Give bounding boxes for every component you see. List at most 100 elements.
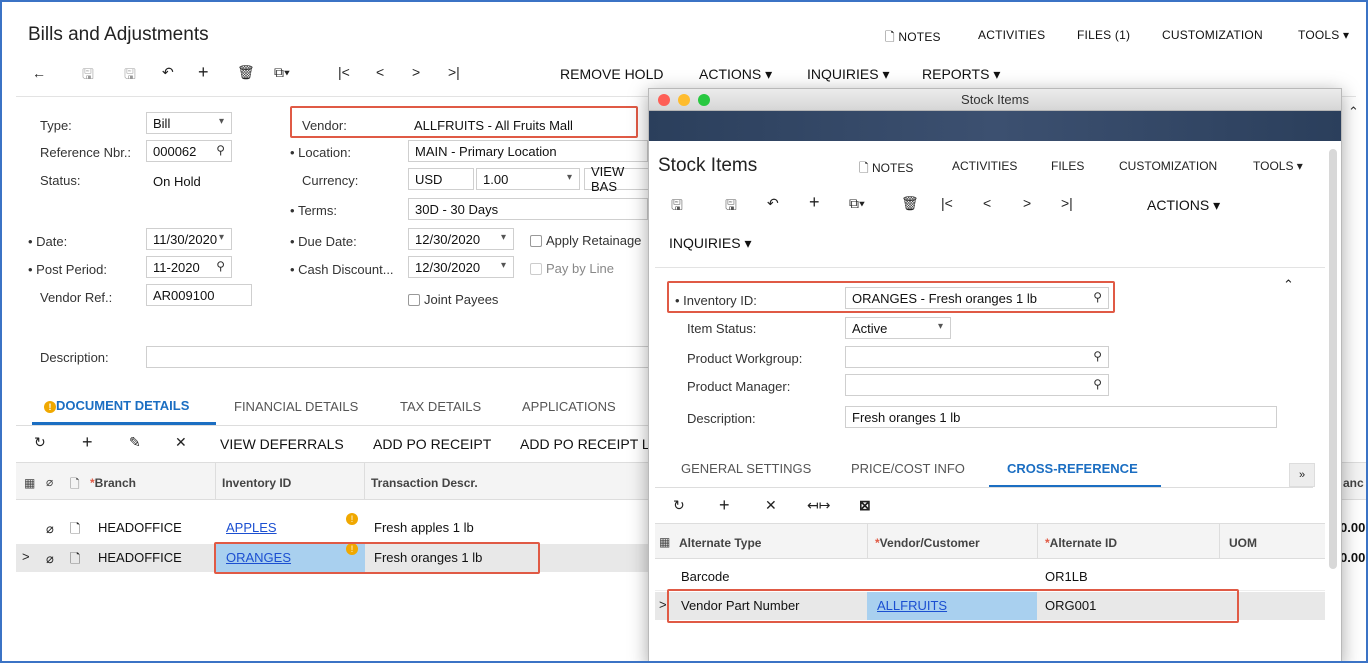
expand-tabs-icon[interactable]: » <box>1289 463 1315 487</box>
alternate-type-cell[interactable]: Barcode <box>681 569 729 584</box>
add-row-icon[interactable]: + <box>719 495 730 516</box>
location-field[interactable]: MAIN - Primary Location <box>408 140 648 162</box>
actions-menu[interactable]: ACTIONS ▾ <box>699 66 772 83</box>
undo-icon[interactable]: ↶ <box>767 195 779 212</box>
vendor-customer-header[interactable]: *Vendor/Customer <box>875 536 980 550</box>
popup-actions-menu[interactable]: ACTIONS ▾ <box>1147 197 1220 214</box>
files-button[interactable]: FILES (1) <box>1077 28 1130 42</box>
tools-menu[interactable]: TOOLS ▾ <box>1298 28 1349 42</box>
reference-nbr-field[interactable]: 000062 ⚲ <box>146 140 232 162</box>
undo-icon[interactable]: ↶ <box>162 64 174 81</box>
save-close-icon[interactable]: 🖫 <box>671 195 683 219</box>
type-select[interactable]: Bill <box>146 112 232 134</box>
last-record-icon[interactable]: >| <box>1061 195 1073 211</box>
search-icon[interactable]: ⚲ <box>216 259 225 273</box>
add-icon[interactable]: + <box>809 192 820 213</box>
refresh-icon[interactable]: ↻ <box>34 434 46 451</box>
copy-paste-icon[interactable]: ⧉▾ <box>274 64 290 81</box>
amount-header[interactable]: anc <box>1343 476 1364 490</box>
currency-field[interactable]: USD <box>408 168 474 190</box>
terms-field[interactable]: 30D - 30 Days <box>408 198 648 220</box>
prev-record-icon[interactable]: < <box>376 64 384 80</box>
activities-button[interactable]: ACTIVITIES <box>978 28 1045 42</box>
view-deferrals-button[interactable]: VIEW DEFERRALS <box>220 436 344 452</box>
collapse-icon[interactable]: ⌃ <box>1283 277 1294 293</box>
minimize-window-icon[interactable] <box>678 94 690 106</box>
remove-hold-button[interactable]: REMOVE HOLD <box>560 66 663 82</box>
alternate-type-header[interactable]: Alternate Type <box>679 536 761 550</box>
inventory-id-header[interactable]: Inventory ID <box>222 476 291 490</box>
transaction-descr-cell[interactable]: Fresh apples 1 lb <box>374 520 474 535</box>
save-icon[interactable]: 🖫 <box>124 64 136 88</box>
date-field[interactable]: 11/30/2020 <box>146 228 232 250</box>
popup-activities-button[interactable]: ACTIVITIES <box>952 159 1017 173</box>
grid-settings-icon[interactable]: ▦ <box>24 476 35 490</box>
add-row-icon[interactable]: + <box>82 432 93 453</box>
search-icon[interactable]: ⚲ <box>216 143 225 157</box>
delete-row-icon[interactable]: ✕ <box>175 434 187 451</box>
note-icon[interactable]: 🗋 <box>70 550 80 572</box>
amount-cell[interactable]: 0.00 <box>1340 550 1365 565</box>
export-excel-icon[interactable]: ⊠ <box>859 497 871 514</box>
copy-paste-icon[interactable]: ⧉▾ <box>849 195 865 212</box>
item-status-select[interactable]: Active <box>845 317 951 339</box>
pay-by-line-checkbox[interactable]: Pay by Line <box>530 261 614 276</box>
collapse-icon[interactable]: ⌃ <box>1348 104 1359 120</box>
table-row[interactable]: ⌀ 🗋 HEADOFFICE APPLES ! Fresh apples 1 l… <box>16 513 656 542</box>
tab-applications[interactable]: APPLICATIONS <box>522 399 616 414</box>
product-workgroup-field[interactable]: ⚲ <box>845 346 1109 368</box>
cash-discount-date-field[interactable]: 12/30/2020 <box>408 256 514 278</box>
delete-icon[interactable]: 🗑 <box>901 195 919 212</box>
back-icon[interactable]: ← <box>32 65 46 81</box>
reports-menu[interactable]: REPORTS ▾ <box>922 66 1000 83</box>
joint-payees-checkbox[interactable]: Joint Payees <box>408 292 498 307</box>
delete-row-icon[interactable]: ✕ <box>765 497 777 514</box>
branch-header[interactable]: *Branch <box>90 476 136 490</box>
popup-inquiries-menu[interactable]: INQUIRIES ▾ <box>669 235 752 252</box>
apply-retainage-checkbox[interactable]: Apply Retainage <box>530 233 641 248</box>
paperclip-icon[interactable]: ⌀ <box>46 521 54 537</box>
popup-files-button[interactable]: FILES <box>1051 159 1084 173</box>
note-icon[interactable]: 🗋 <box>70 520 80 542</box>
search-icon[interactable]: ⚲ <box>1093 349 1102 363</box>
search-icon[interactable]: ⚲ <box>1093 290 1102 304</box>
description-field[interactable]: Fresh oranges 1 lb <box>845 406 1277 428</box>
save-icon[interactable]: 🖫 <box>725 195 737 219</box>
add-po-receipt-button[interactable]: ADD PO RECEIPT <box>373 436 491 452</box>
amount-cell[interactable]: 0.00 <box>1340 520 1365 535</box>
popup-customization-button[interactable]: CUSTOMIZATION <box>1119 159 1217 173</box>
due-date-field[interactable]: 12/30/2020 <box>408 228 514 250</box>
save-close-icon[interactable]: 🖫 <box>82 64 94 88</box>
vendor-value[interactable]: ALLFRUITS - All Fruits Mall <box>414 118 573 133</box>
table-row[interactable]: Barcode OR1LB <box>655 563 1325 591</box>
description-field[interactable] <box>146 346 656 368</box>
grid-settings-icon[interactable]: ▦ <box>659 535 670 549</box>
vertical-scrollbar[interactable] <box>1329 149 1337 569</box>
branch-cell[interactable]: HEADOFFICE <box>98 550 182 565</box>
popup-tools-menu[interactable]: TOOLS ▾ <box>1253 159 1303 173</box>
product-manager-field[interactable]: ⚲ <box>845 374 1109 396</box>
refresh-icon[interactable]: ↻ <box>673 497 685 514</box>
inquiries-menu[interactable]: INQUIRIES ▾ <box>807 66 890 83</box>
vendor-ref-field[interactable]: AR009100 <box>146 284 252 306</box>
tab-general-settings[interactable]: GENERAL SETTINGS <box>681 461 811 476</box>
fit-columns-icon[interactable]: ↤↦ <box>807 497 830 514</box>
popup-notes-button[interactable]: 🗋 NOTES <box>859 159 913 180</box>
currency-rate-field[interactable]: 1.00 <box>476 168 580 190</box>
next-record-icon[interactable]: > <box>412 64 420 80</box>
first-record-icon[interactable]: |< <box>338 64 350 80</box>
alternate-id-cell[interactable]: OR1LB <box>1045 569 1088 584</box>
tab-price-cost-info[interactable]: PRICE/COST INFO <box>851 461 965 476</box>
close-window-icon[interactable] <box>658 94 670 106</box>
inventory-id-link[interactable]: APPLES <box>226 520 277 535</box>
alternate-id-header[interactable]: *Alternate ID <box>1045 536 1117 550</box>
first-record-icon[interactable]: |< <box>941 195 953 211</box>
view-base-button[interactable]: VIEW BAS <box>584 164 654 194</box>
branch-cell[interactable]: HEADOFFICE <box>98 520 182 535</box>
tab-cross-reference[interactable]: CROSS-REFERENCE <box>1007 461 1138 476</box>
paperclip-icon[interactable]: ⌀ <box>46 551 54 567</box>
customization-button[interactable]: CUSTOMIZATION <box>1162 28 1263 42</box>
delete-icon[interactable]: 🗑 <box>237 64 255 81</box>
add-icon[interactable]: + <box>198 62 209 83</box>
next-record-icon[interactable]: > <box>1023 195 1031 211</box>
